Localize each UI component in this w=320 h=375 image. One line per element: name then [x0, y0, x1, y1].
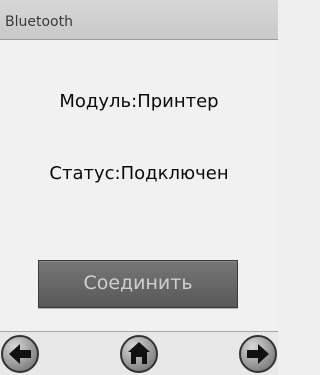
- arrow-left-icon: [1, 335, 39, 373]
- home-button[interactable]: [118, 334, 160, 374]
- title-bar: Bluetooth: [0, 0, 278, 40]
- status-text: Статус:Подключен: [49, 163, 229, 184]
- arrow-right-icon: [239, 335, 277, 373]
- bluetooth-screen: Bluetooth Модуль:Принтер Статус:Подключе…: [0, 0, 278, 375]
- back-button[interactable]: [0, 334, 42, 374]
- module-text: Модуль:Принтер: [59, 91, 219, 112]
- window-title: Bluetooth: [5, 14, 73, 30]
- forward-button[interactable]: [236, 334, 278, 374]
- home-icon: [120, 335, 158, 373]
- connect-button[interactable]: Соединить: [38, 260, 238, 308]
